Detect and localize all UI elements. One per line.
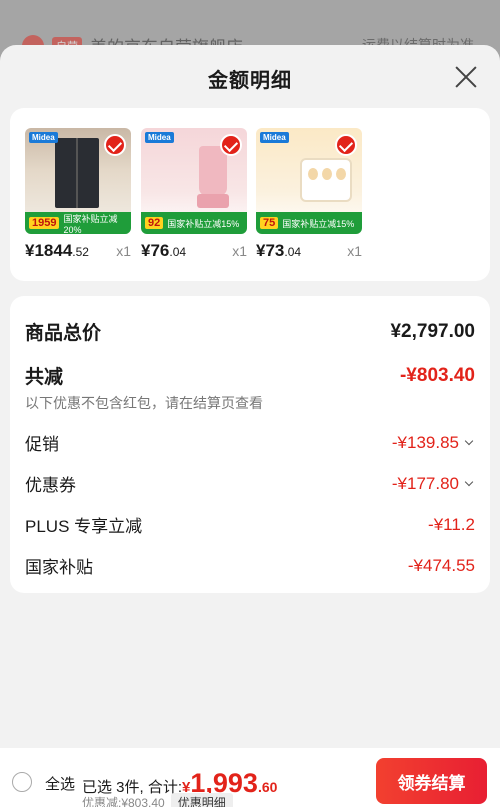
brand-logo: Midea xyxy=(260,132,289,143)
product-qty: x1 xyxy=(232,243,247,259)
product-price: ¥76.04 xyxy=(141,241,187,260)
plus-row: PLUS 专享立减 -¥11.2 xyxy=(25,512,475,537)
total-price-value: ¥2,797.00 xyxy=(390,320,475,342)
price-row: ¥73.04 x1 xyxy=(256,241,362,261)
coupon-row[interactable]: 优惠券 -¥177.80 xyxy=(25,471,475,496)
product-item-egg-cooker[interactable]: Midea 75 国家补贴立减15% ¥73.04 x1 xyxy=(256,128,362,260)
promo-strip: 1959 国家补贴立减20% xyxy=(25,212,131,234)
product-item-refrigerator[interactable]: Midea 1959 国家补贴立减20% ¥1844.52 x1 xyxy=(25,128,131,260)
selected-check-icon[interactable] xyxy=(335,134,357,156)
close-icon[interactable] xyxy=(454,65,478,89)
amount-detail-sheet: 金额明细 Midea 1959 国家补贴立减20% ¥1844.52 x1 Mid… xyxy=(0,45,500,807)
selected-check-icon[interactable] xyxy=(104,134,126,156)
chevron-down-icon[interactable] xyxy=(463,437,475,449)
product-image[interactable]: Midea 92 国家补贴立减15% xyxy=(141,128,247,234)
brand-logo: Midea xyxy=(29,132,58,143)
total-reduce-row: 共减 -¥803.40 xyxy=(25,362,475,389)
selected-check-icon[interactable] xyxy=(220,134,242,156)
total-price-label: 商品总价 xyxy=(25,323,102,344)
discount-amount: 优惠减:¥803.40 xyxy=(82,796,165,807)
price-summary-card: 商品总价 ¥2,797.00 共减 -¥803.40 以下优惠不包含红包，请在结… xyxy=(10,296,490,593)
checkout-button[interactable]: 领券结算 xyxy=(376,758,487,804)
grand-total-decimal: .60 xyxy=(257,779,278,795)
price-row: ¥76.04 x1 xyxy=(141,241,247,261)
coupon-label: 优惠券 xyxy=(25,476,76,495)
products-card: Midea 1959 国家补贴立减20% ¥1844.52 x1 Midea 92… xyxy=(10,108,490,281)
select-all-radio[interactable] xyxy=(12,772,32,792)
product-image[interactable]: Midea 75 国家补贴立减15% xyxy=(256,128,362,234)
product-price: ¥73.04 xyxy=(256,241,302,260)
coupon-value[interactable]: -¥177.80 xyxy=(392,474,475,494)
discount-note: 以下优惠不包含红包，请在结算页查看 xyxy=(25,395,263,411)
subsidy-label: 国家补贴 xyxy=(25,558,93,577)
checkout-bar: 全选 已选 3件, 合计: ¥ 1,993 .60 优惠减:¥803.40 优惠… xyxy=(0,748,500,807)
promotion-label: 促销 xyxy=(25,435,59,454)
subsidy-row: 国家补贴 -¥474.55 xyxy=(25,553,475,578)
product-qty: x1 xyxy=(116,243,131,259)
price-row: ¥1844.52 x1 xyxy=(25,241,131,261)
brand-logo: Midea xyxy=(145,132,174,143)
plus-value: -¥11.2 xyxy=(428,514,475,534)
promotion-row[interactable]: 促销 -¥139.85 xyxy=(25,430,475,455)
total-reduce-label: 共减 xyxy=(25,367,64,388)
chevron-down-icon[interactable] xyxy=(463,478,475,490)
product-price: ¥1844.52 xyxy=(25,241,89,260)
select-all-label[interactable]: 全选 xyxy=(45,773,75,794)
promo-strip: 75 国家补贴立减15% xyxy=(256,212,362,234)
sheet-title: 金额明细 xyxy=(208,70,292,92)
product-qty: x1 xyxy=(347,243,362,259)
product-item-blender[interactable]: Midea 92 国家补贴立减15% ¥76.04 x1 xyxy=(141,128,247,260)
total-price-row: 商品总价 ¥2,797.00 xyxy=(25,318,475,345)
product-image[interactable]: Midea 1959 国家补贴立减20% xyxy=(25,128,131,234)
plus-label: PLUS 专享立减 xyxy=(25,517,143,536)
discount-detail-button[interactable]: 优惠明细 xyxy=(170,793,233,807)
total-reduce-value: -¥803.40 xyxy=(399,364,475,386)
promo-strip: 92 国家补贴立减15% xyxy=(141,212,247,234)
promotion-value[interactable]: -¥139.85 xyxy=(392,433,475,453)
discount-line: 优惠减:¥803.40 优惠明细 xyxy=(82,793,233,807)
subsidy-value: -¥474.55 xyxy=(407,555,475,575)
